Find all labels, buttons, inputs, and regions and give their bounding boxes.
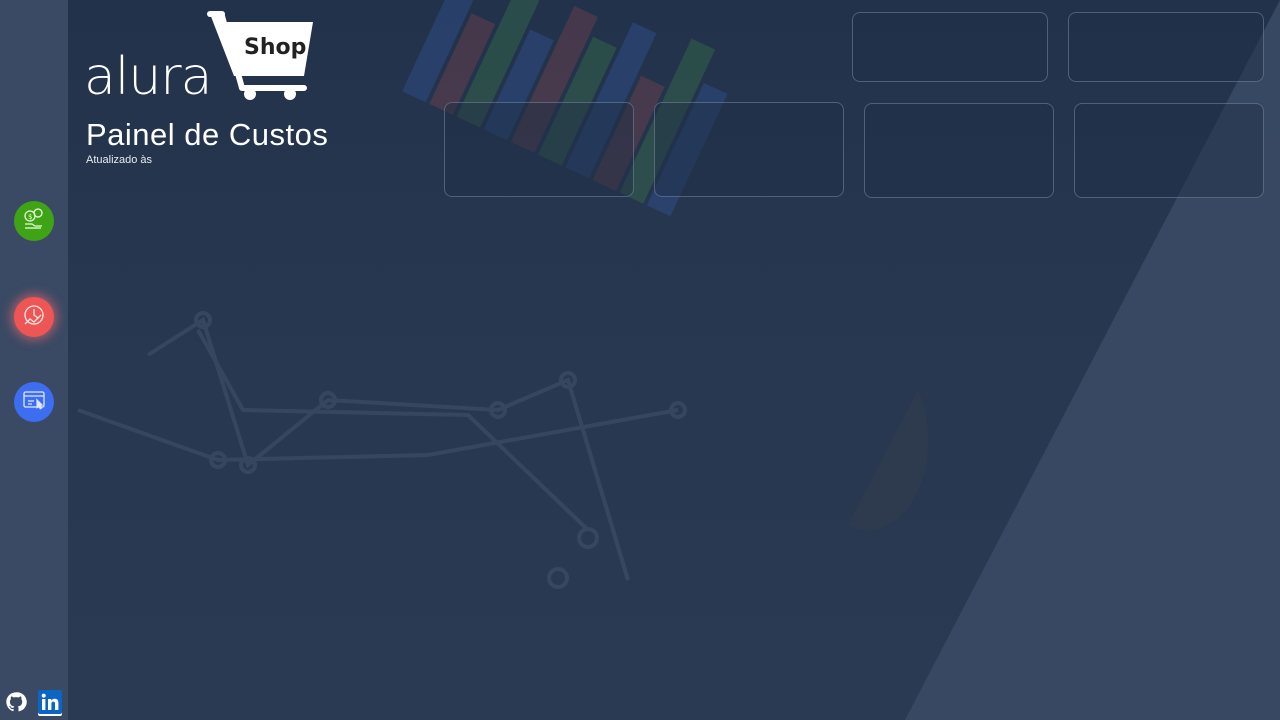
metric-card — [852, 12, 1048, 82]
money-exchange-icon: $ — [21, 206, 47, 236]
metric-card — [1074, 103, 1264, 198]
sidebar-item-custos[interactable]: $ — [14, 201, 54, 241]
sidebar: $ — [0, 0, 68, 720]
metric-card — [864, 103, 1054, 198]
brand-wordmark: alura — [84, 47, 212, 102]
github-link[interactable] — [4, 692, 28, 716]
page-title: Painel de Custos — [86, 117, 329, 152]
linkedin-icon — [38, 690, 62, 718]
clock-analytics-icon — [21, 302, 47, 332]
metric-card — [444, 102, 634, 197]
sidebar-item-tempo[interactable] — [14, 297, 54, 337]
linkedin-link[interactable] — [38, 690, 62, 718]
github-icon — [5, 691, 27, 717]
alura-shop-logo: alura Shop — [84, 10, 316, 107]
sidebar-item-web[interactable] — [14, 382, 54, 422]
metric-card — [1068, 12, 1264, 82]
metric-card — [654, 102, 844, 197]
browser-click-icon — [21, 387, 47, 417]
brand-shop-label: Shop — [244, 35, 306, 60]
last-updated-label: Atualizado às — [86, 154, 153, 166]
svg-text:$: $ — [28, 213, 32, 221]
